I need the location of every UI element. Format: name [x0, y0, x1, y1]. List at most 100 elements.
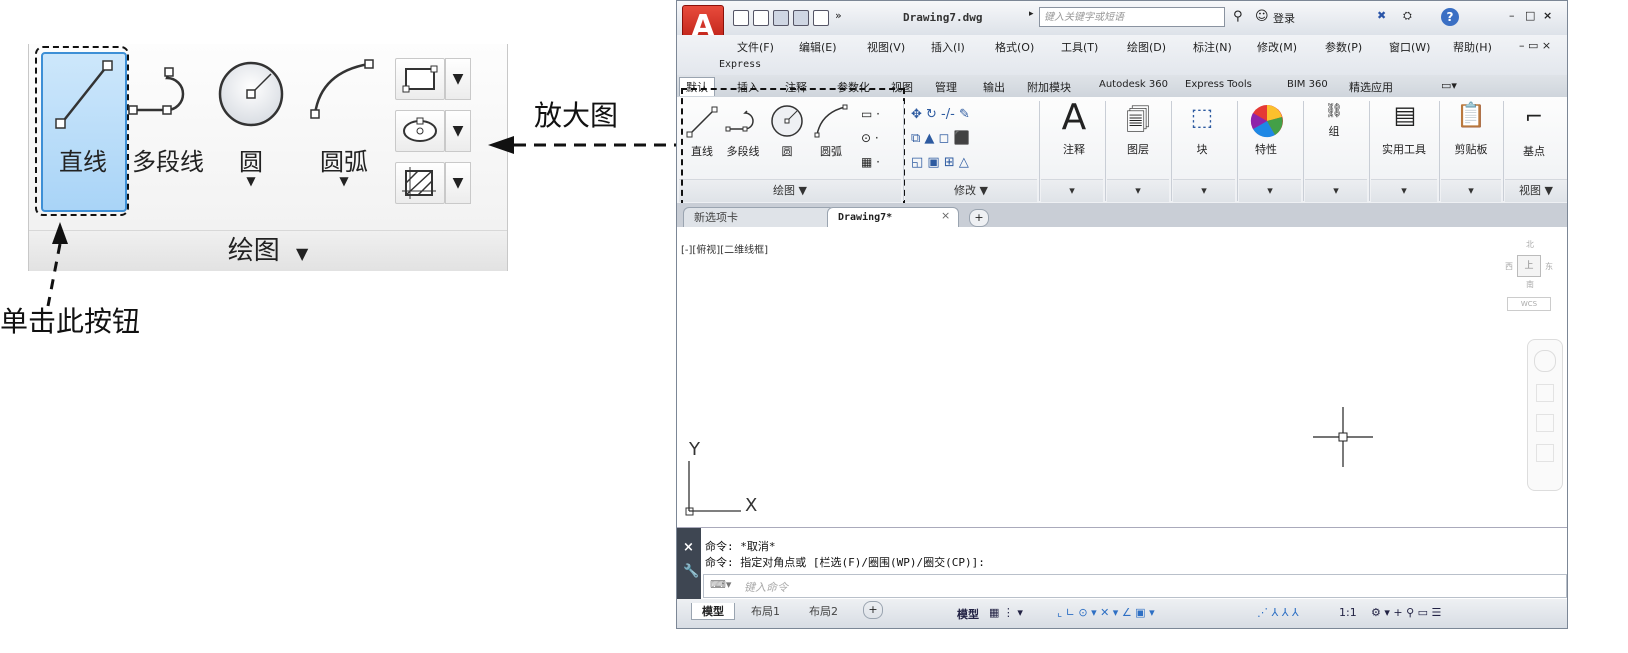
- search-input[interactable]: 键入关键字或短语: [1039, 7, 1225, 27]
- menu-format[interactable]: 格式(O): [995, 39, 1034, 55]
- tab-options-icon[interactable]: ▭▾: [1441, 79, 1457, 92]
- tab-output[interactable]: 输出: [983, 79, 1005, 95]
- zoom-polyline-tool[interactable]: 多段线: [127, 54, 209, 208]
- annotation-text-icon[interactable]: A: [1049, 97, 1099, 138]
- drawing-canvas[interactable]: [-][俯视][二维线框] Y X 北 西 上 东 南 WCS: [677, 227, 1567, 527]
- zoom-extents-icon[interactable]: [1536, 414, 1554, 432]
- layout-add-icon[interactable]: +: [863, 601, 883, 619]
- workspace-gear-icon[interactable]: ⚙ ▾ + ⚲ ▭ ☰: [1371, 606, 1441, 619]
- binoculars-icon[interactable]: ⚲: [1233, 9, 1243, 24]
- viewcube-top-face[interactable]: 上: [1517, 255, 1541, 277]
- print-icon[interactable]: [813, 10, 829, 26]
- command-prompt-icon[interactable]: ⌨▾: [710, 578, 731, 591]
- menu-file[interactable]: 文件(F): [737, 39, 774, 55]
- command-input[interactable]: 键入命令: [744, 579, 788, 595]
- ribbon-modify-footer[interactable]: 修改 ▼: [905, 179, 1037, 202]
- wcs-menu[interactable]: WCS: [1507, 297, 1551, 311]
- tab-manage[interactable]: 管理: [935, 79, 957, 95]
- block-icon[interactable]: ⬚: [1177, 103, 1227, 131]
- panel-clipboard-footer[interactable]: ▾: [1441, 179, 1501, 202]
- grid-icon[interactable]: ▦ ⋮ ▾: [989, 606, 1023, 619]
- doc-tab-close-icon[interactable]: ×: [941, 209, 950, 222]
- panel-annotation-footer[interactable]: ▾: [1041, 179, 1103, 202]
- properties-color-wheel-icon[interactable]: [1249, 103, 1285, 139]
- exchange-icon[interactable]: ✖: [1377, 9, 1386, 22]
- clipboard-icon[interactable]: 📋: [1443, 101, 1499, 129]
- menu-window[interactable]: 窗口(W): [1389, 39, 1430, 55]
- snap-icon[interactable]: ⌞ ∟ ⊙ ▾ ✕ ▾ ∠ ▣ ▾: [1057, 606, 1155, 619]
- close-window-icon[interactable]: ×: [1543, 9, 1552, 22]
- ellipse-button[interactable]: [395, 110, 445, 152]
- menu-tools[interactable]: 工具(T): [1061, 39, 1098, 55]
- minimize-icon[interactable]: –: [1509, 9, 1515, 22]
- zoom-arc-tool[interactable]: 圆弧 ▼: [301, 54, 387, 208]
- tab-addins[interactable]: 附加模块: [1027, 79, 1071, 95]
- base-point-icon[interactable]: ⌐: [1509, 105, 1559, 130]
- copy-icon[interactable]: ⧉ ▲ ◻ ⬛: [911, 131, 970, 146]
- hatch-button[interactable]: [395, 162, 445, 204]
- pan-icon[interactable]: [1536, 384, 1554, 402]
- status-model-button[interactable]: 模型: [957, 606, 979, 622]
- quick-access-more-icon[interactable]: »: [835, 9, 842, 22]
- panel-layers-footer[interactable]: ▾: [1107, 179, 1169, 202]
- arc-dropdown-icon[interactable]: ▼: [301, 174, 387, 188]
- stretch-icon[interactable]: ◱ ▣ ⊞ △: [911, 155, 969, 170]
- orbit-icon[interactable]: [1536, 444, 1554, 462]
- viewcube-north-label[interactable]: 北: [1526, 239, 1534, 250]
- tab-autodesk-360[interactable]: Autodesk 360: [1099, 79, 1168, 90]
- ellipse-dropdown-icon[interactable]: ▼: [445, 110, 471, 152]
- rectangle-button[interactable]: [395, 58, 445, 100]
- command-settings-icon[interactable]: 🔧: [683, 564, 699, 579]
- open-file-icon[interactable]: [753, 10, 769, 26]
- panel-view-footer[interactable]: 视图 ▼: [1505, 179, 1567, 202]
- panel-block-footer[interactable]: ▾: [1173, 179, 1235, 202]
- menu-view[interactable]: 视图(V): [867, 39, 905, 55]
- a360-icon[interactable]: ⛭: [1403, 9, 1412, 23]
- sign-in-link[interactable]: 登录: [1273, 10, 1295, 26]
- viewcube-south-label[interactable]: 南: [1526, 279, 1534, 290]
- menu-help[interactable]: 帮助(H): [1453, 39, 1492, 55]
- circle-dropdown-icon[interactable]: ▼: [213, 174, 289, 188]
- save-as-icon[interactable]: [793, 10, 809, 26]
- menu-draw[interactable]: 绘图(D): [1127, 39, 1166, 55]
- layout-tab-model[interactable]: 模型: [691, 603, 735, 620]
- menu-modify[interactable]: 修改(M): [1257, 39, 1297, 55]
- save-icon[interactable]: [773, 10, 789, 26]
- group-icon[interactable]: ⛓: [1309, 103, 1359, 119]
- menu-express[interactable]: Express: [719, 59, 761, 70]
- panel-group-footer[interactable]: ▾: [1305, 179, 1367, 202]
- rectangle-dropdown-icon[interactable]: ▼: [445, 58, 471, 100]
- doc-tab-start[interactable]: 新选项卡: [683, 207, 835, 228]
- tab-express-tools[interactable]: Express Tools: [1185, 79, 1252, 90]
- help-icon[interactable]: ?: [1441, 8, 1459, 26]
- command-window-handle[interactable]: × 🔧: [677, 528, 701, 600]
- zoom-panel-footer[interactable]: 绘图 ▼: [29, 230, 507, 271]
- calculator-icon[interactable]: ▤: [1375, 101, 1435, 129]
- navigation-bar[interactable]: [1527, 339, 1563, 491]
- zoom-circle-tool[interactable]: 圆 ▼: [213, 54, 289, 208]
- command-close-icon[interactable]: ×: [683, 540, 694, 555]
- layout-tab-1[interactable]: 布局1: [751, 603, 780, 619]
- zoom-line-tool[interactable]: 直线: [43, 54, 123, 208]
- annotation-scale-icon[interactable]: ⋰ ⅄ ⅄ ⅄: [1257, 606, 1299, 619]
- doc-tab-current[interactable]: Drawing7*: [827, 207, 959, 228]
- panel-properties-footer[interactable]: ▾: [1239, 179, 1301, 202]
- steering-wheel-icon[interactable]: [1534, 350, 1556, 372]
- command-input-box[interactable]: ⌨▾ 键入命令: [703, 574, 1567, 598]
- menu-parametric[interactable]: 参数(P): [1325, 39, 1362, 55]
- menu-edit[interactable]: 编辑(E): [799, 39, 837, 55]
- viewcube[interactable]: 北 西 上 东 南 WCS: [1505, 239, 1555, 311]
- viewcube-east-label[interactable]: 东: [1545, 261, 1553, 272]
- annotation-scale-value[interactable]: 1:1: [1339, 606, 1357, 619]
- new-file-icon[interactable]: [733, 10, 749, 26]
- search-expand-icon[interactable]: ▸: [1029, 9, 1034, 19]
- menu-dimension[interactable]: 标注(N): [1193, 39, 1232, 55]
- menu-insert[interactable]: 插入(I): [931, 39, 965, 55]
- menu-restore-icon[interactable]: – ▭ ×: [1519, 39, 1551, 52]
- doc-tab-add-icon[interactable]: +: [969, 209, 989, 227]
- move-icon[interactable]: ✥ ↻ -/- ✎: [911, 107, 970, 122]
- layout-tab-2[interactable]: 布局2: [809, 603, 838, 619]
- panel-utilities-footer[interactable]: ▾: [1371, 179, 1437, 202]
- tab-bim-360[interactable]: BIM 360: [1287, 79, 1328, 90]
- viewport-label[interactable]: [-][俯视][二维线框]: [681, 241, 768, 256]
